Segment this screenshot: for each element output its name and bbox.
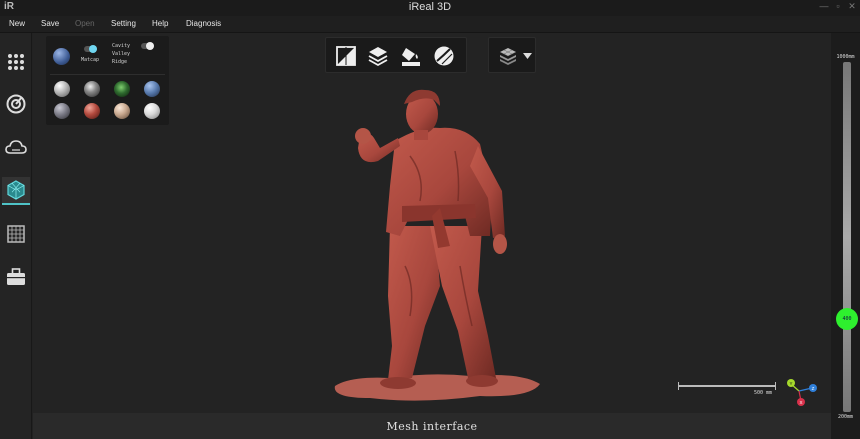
depth-max-label: 1000mm [836,54,855,60]
x-axis-label: X [799,400,802,405]
menu-new[interactable]: New [9,19,25,28]
chevron-down-icon [523,53,532,59]
matcap-label: Matcap [81,57,100,63]
mesh-icon [7,180,25,200]
matcap-sphere[interactable] [144,81,160,97]
cloud-icon [5,140,27,154]
y-axis-label: Y [789,381,792,386]
texture-ball-icon[interactable] [433,45,455,67]
window-title: iReal 3D [408,1,452,13]
menu-help[interactable]: Help [152,19,168,28]
matcap-sphere[interactable] [54,81,70,97]
sidebar-item-grid[interactable] [2,48,30,76]
matcap-sphere[interactable] [114,81,130,97]
layer-stack-icon [499,48,517,65]
maximize-button[interactable]: ▫ [832,1,844,11]
matcap-sphere[interactable] [54,103,70,119]
split-view-icon[interactable] [335,45,357,67]
status-bar: Mesh interface [33,413,831,439]
matcap-sphere[interactable] [114,103,130,119]
dot-grid-icon [8,54,24,70]
left-sidebar [0,33,32,439]
current-material-sphere[interactable] [53,48,70,65]
z-axis-label: Z [812,386,815,391]
scale-bar [678,382,776,390]
cavity-options-label: Cavity Valley Ridge [112,43,131,65]
matcap-toggle[interactable] [84,45,97,53]
title-bar: iR iReal 3D — ▫ ✕ [0,0,860,16]
menu-bar: New Save Open Setting Help Diagnosis [0,16,860,33]
menu-setting[interactable]: Setting [111,19,136,28]
grid-icon [7,225,25,243]
matcap-sphere[interactable] [84,81,100,97]
minimize-button[interactable]: — [818,1,830,11]
sidebar-item-scan[interactable] [2,90,30,118]
sidebar-item-mesh[interactable] [2,177,30,205]
sidebar-item-texture[interactable] [2,220,30,248]
display-mode-dropdown[interactable] [488,37,536,73]
depth-min-label: 200mm [837,414,854,420]
close-button[interactable]: ✕ [846,1,858,12]
matcap-sphere[interactable] [84,103,100,119]
menu-open: Open [75,19,95,28]
material-panel: Matcap Cavity Valley Ridge [46,36,169,125]
view-toolbar [325,37,467,73]
status-text: Mesh interface [386,420,478,433]
cavity-toggle[interactable] [141,42,154,50]
axis-gizmo[interactable]: Y Z X [785,377,821,407]
menu-save[interactable]: Save [41,19,59,28]
toolbox-icon [7,268,25,285]
depth-slider-handle[interactable]: 400 [836,308,858,330]
sidebar-item-cloud[interactable] [2,134,30,162]
depth-slider-track[interactable] [843,62,851,412]
paint-bucket-icon[interactable] [400,45,422,67]
sidebar-item-tools[interactable] [2,263,30,291]
panel-divider [50,74,165,75]
menu-diagnosis[interactable]: Diagnosis [186,19,221,28]
scanned-mesh-model[interactable] [330,86,550,406]
target-icon [6,94,26,114]
scale-label: 500 mm [754,390,773,396]
layers-icon[interactable] [367,45,389,67]
matcap-sphere[interactable] [144,103,160,119]
